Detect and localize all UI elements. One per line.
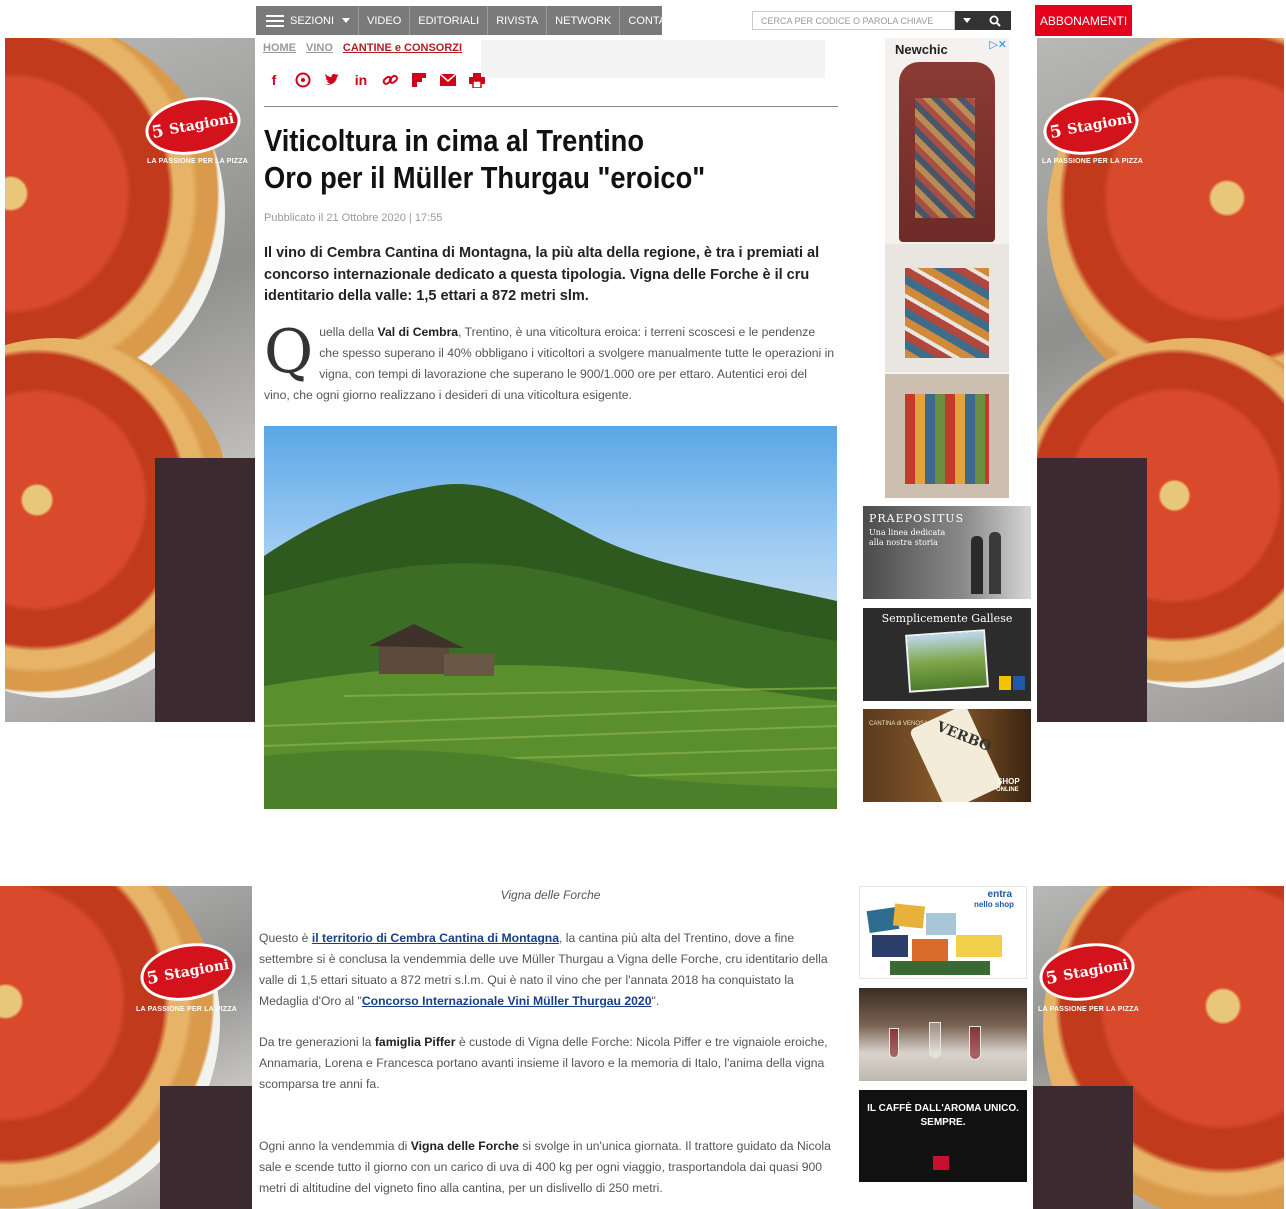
- whatsapp-icon[interactable]: [295, 72, 311, 88]
- verbo-ad[interactable]: CANTINA di VENOSA VERBO SHOP ONLINE: [863, 709, 1031, 802]
- hamburger-icon: [266, 14, 284, 27]
- verbo-shop: SHOP: [997, 777, 1020, 786]
- link-territorio-cembra[interactable]: il territorio di Cembra Cantina di Monta…: [312, 931, 559, 945]
- praepositus-ad[interactable]: PRAEPOSITUS Una linea dedicata alla nost…: [863, 506, 1031, 599]
- left-side-ad-top[interactable]: 5 Stagioni LA PASSIONE PER LA PIZZA: [5, 38, 255, 722]
- nav-contatti[interactable]: CONTATTI: [620, 6, 689, 35]
- breadcrumb-cantine[interactable]: CANTINE e CONSORZI: [343, 42, 462, 54]
- search-input[interactable]: CERCA PER CODICE O PAROLA CHIAVE: [752, 11, 955, 30]
- flipboard-icon[interactable]: [411, 72, 427, 88]
- paragraph-4: Ogni anno la vendemmia di Vigna delle Fo…: [259, 1139, 831, 1195]
- caffe-headline: IL CAFFÈ DALL'AROMA UNICO. SEMPRE.: [867, 1103, 1019, 1128]
- link-icon[interactable]: [382, 72, 398, 88]
- breadcrumb-vino[interactable]: VINO: [306, 42, 333, 54]
- ad-close-icon[interactable]: ▷✕: [989, 38, 1007, 51]
- caffe-ad[interactable]: IL CAFFÈ DALL'AROMA UNICO. SEMPRE.: [859, 1090, 1027, 1182]
- ad-tagline: LA PASSIONE PER LA PIZZA: [1042, 158, 1143, 165]
- nav-video[interactable]: VIDEO: [359, 6, 411, 35]
- title-line-2: Oro per il Müller Thurgau "eroico": [264, 160, 706, 195]
- photo-caption: Vigna delle Forche: [500, 888, 601, 902]
- newchic-ad[interactable]: Newchic ▷✕: [885, 38, 1009, 498]
- sezioni-menu[interactable]: SEZIONI: [256, 6, 360, 35]
- link-concorso-muller[interactable]: Concorso Internazionale Vini Müller Thur…: [362, 994, 652, 1008]
- paragraph-1: Quella della Val di Cembra, Trentino, è …: [264, 317, 835, 402]
- shop-ad[interactable]: entra nello shop: [859, 886, 1027, 979]
- nav-rivista[interactable]: RIVISTA: [488, 6, 548, 35]
- nav-editoriali[interactable]: EDITORIALI: [410, 6, 489, 35]
- linkedin-icon[interactable]: in: [353, 72, 369, 88]
- right-side-ad-top[interactable]: 5 Stagioni LA PASSIONE PER LA PIZZA: [1037, 38, 1284, 722]
- paragraph-3: Da tre generazioni la famiglia Piffer è …: [259, 1035, 828, 1091]
- ad-tagline: LA PASSIONE PER LA PIZZA: [136, 1006, 237, 1013]
- nav-network[interactable]: NETWORK: [547, 6, 621, 35]
- abbonamenti-button[interactable]: ABBONAMENTI: [1035, 5, 1132, 36]
- gallese-ad[interactable]: Semplicemente Gallese: [863, 608, 1031, 701]
- email-icon[interactable]: [440, 72, 456, 88]
- famiglia-piffer: famiglia Piffer: [374, 1035, 456, 1049]
- breadcrumb-home[interactable]: HOME: [263, 42, 296, 54]
- title-line-1: Viticoltura in cima al Trentino: [264, 123, 644, 158]
- chevron-down-icon: [963, 18, 971, 23]
- search-button[interactable]: [979, 11, 1011, 30]
- dropcap: Q: [264, 317, 314, 387]
- faded-overlay-banner: [481, 40, 825, 78]
- praepositus-title: PRAEPOSITUS: [869, 512, 965, 525]
- paragraph-2: Questo è il territorio di Cembra Cantina…: [259, 931, 828, 1008]
- search-filter-dropdown[interactable]: [955, 11, 979, 30]
- main-nav: SEZIONI VIDEO EDITORIALI RIVISTA NETWORK…: [256, 6, 682, 35]
- facebook-icon[interactable]: f: [266, 72, 282, 88]
- ad-tagline: LA PASSIONE PER LA PIZZA: [147, 158, 248, 165]
- print-icon[interactable]: [469, 72, 485, 88]
- verbo-online: ONLINE: [996, 787, 1019, 793]
- shop-nello: nello shop: [974, 900, 1014, 909]
- praepositus-subtitle: Una linea dedicata alla nostra storia: [869, 528, 946, 547]
- article-lead: Il vino di Cembra Cantina di Montagna, l…: [264, 245, 820, 304]
- article-photo: [264, 426, 837, 809]
- gallese-title: Semplicemente Gallese: [881, 612, 1013, 625]
- right-side-ad-bottom[interactable]: 5 Stagioni LA PASSIONE PER LA PIZZA: [1033, 886, 1284, 1209]
- twitter-icon[interactable]: [324, 72, 340, 88]
- val-di-cembra: Val di Cembra: [377, 325, 459, 339]
- restaurant-ad[interactable]: [859, 988, 1027, 1081]
- article-title: Viticoltura in cima al Trentino Oro per …: [264, 122, 827, 196]
- search-icon: [989, 15, 1001, 27]
- ad-tagline: LA PASSIONE PER LA PIZZA: [1038, 1006, 1139, 1013]
- shop-entra: entra: [987, 889, 1012, 900]
- vigna-delle-forche: Vigna delle Forche: [410, 1139, 519, 1153]
- sezioni-label: SEZIONI: [290, 14, 335, 27]
- publish-date: Pubblicato il 21 Ottobre 2020 | 17:55: [264, 212, 443, 224]
- breadcrumb: HOME VINO CANTINE e CONSORZI: [263, 42, 462, 54]
- left-side-ad-bottom[interactable]: 5 Stagioni LA PASSIONE PER LA PIZZA: [0, 886, 252, 1209]
- newchic-logo: Newchic: [895, 42, 948, 57]
- header-divider: [264, 106, 838, 107]
- chevron-down-icon: [342, 18, 351, 23]
- share-bar: f in: [266, 72, 485, 88]
